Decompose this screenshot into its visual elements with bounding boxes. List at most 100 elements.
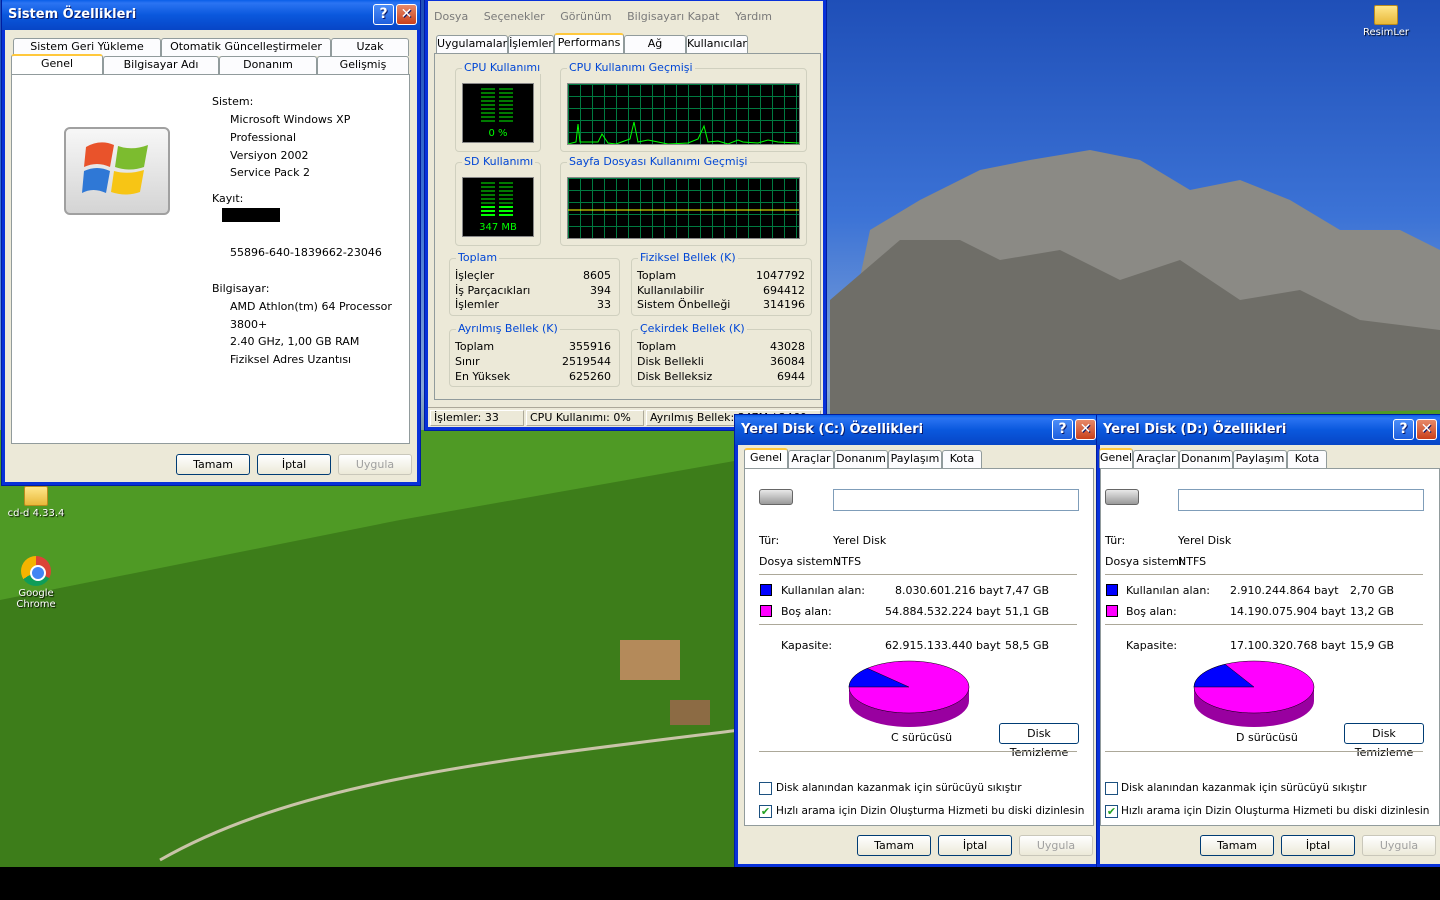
chrome-icon [21, 556, 51, 586]
free-space-label: Boş alan: [781, 605, 832, 618]
cpu-history-graph [567, 83, 800, 145]
menu-options[interactable]: Seçenekler [484, 10, 545, 23]
tab-quota[interactable]: Kota [942, 450, 982, 468]
pagefile-meter-value: 347 MB [479, 222, 517, 233]
tab-sharing[interactable]: Paylaşım [1233, 450, 1287, 468]
help-button[interactable]: ? [373, 4, 394, 25]
free-space-bytes: 54.884.532.224 bayt [885, 605, 1001, 618]
commit-peak-label: En Yüksek [455, 370, 511, 383]
tab-sharing[interactable]: Paylaşım [888, 450, 942, 468]
free-space-swatch [1106, 605, 1118, 617]
title-bar[interactable]: Yerel Disk (C:) Özellikleri ? ✕ [735, 415, 1102, 445]
kernel-paged-label: Disk Bellekli [637, 355, 704, 368]
status-cpu: CPU Kullanımı: 0% [526, 410, 644, 426]
tab-panel: Tür: Yerel Disk Dosya sistemi: NTFS Kull… [744, 468, 1094, 826]
kernel-memory-title: Çekirdek Bellek (K) [638, 322, 747, 335]
tab-remote[interactable]: Uzak [331, 38, 409, 56]
free-space-gb: 51,1 GB [1005, 605, 1050, 618]
filesystem-value: NTFS [1178, 555, 1207, 568]
cancel-button[interactable]: İptal [257, 454, 331, 475]
help-button[interactable]: ? [1393, 419, 1414, 440]
tab-performance[interactable]: Performans [554, 33, 624, 53]
menu-shutdown[interactable]: Bilgisayarı Kapat [627, 10, 719, 23]
taskbar [0, 867, 1440, 900]
tab-advanced[interactable]: Gelişmiş [317, 56, 409, 74]
cancel-button[interactable]: İptal [1281, 835, 1355, 856]
cancel-button[interactable]: İptal [938, 835, 1012, 856]
menu-help[interactable]: Yardım [735, 10, 772, 23]
folder-icon [24, 486, 48, 506]
desktop-icon-cdd[interactable]: cd-d 4.33.4 [1, 486, 71, 519]
disk-usage-pie-chart [848, 660, 970, 727]
tab-quota[interactable]: Kota [1287, 450, 1327, 468]
pagefile-meter: 347 MB [462, 177, 534, 237]
separator [759, 574, 1077, 575]
tab-general[interactable]: Genel [744, 448, 788, 468]
desktop-icon-label: cd-d 4.33.4 [7, 508, 65, 519]
tab-processes[interactable]: İşlemler [508, 35, 554, 53]
tab-hardware[interactable]: Donanım [219, 56, 317, 74]
volume-label-input[interactable] [833, 489, 1079, 511]
cpu-history-group: CPU Kullanımı Geçmişi [560, 61, 807, 152]
os-edition: Professional [230, 131, 297, 144]
menu-file[interactable]: Dosya [434, 10, 468, 23]
tab-automatic-updates[interactable]: Otomatik Güncelleştirmeler [161, 38, 331, 56]
tab-general[interactable]: Genel [11, 54, 103, 74]
close-button[interactable]: ✕ [396, 4, 417, 25]
title-bar[interactable]: Sistem Özellikleri ? ✕ [2, 0, 420, 30]
used-space-gb: 2,70 GB [1350, 584, 1395, 597]
pagefile-history-graph [567, 177, 800, 239]
index-checkbox[interactable]: ✔ [759, 805, 772, 818]
disk-cleanup-button[interactable]: Disk Temizleme [999, 723, 1079, 759]
free-space-gb: 13,2 GB [1350, 605, 1395, 618]
window-title: Yerel Disk (C:) Özellikleri [741, 422, 924, 437]
commit-total-label: Toplam [455, 340, 495, 353]
tab-hardware[interactable]: Donanım [834, 450, 888, 468]
registration-label: Kayıt: [212, 192, 244, 205]
tab-tools[interactable]: Araçlar [1133, 450, 1179, 468]
apply-button[interactable]: Uygula [1362, 835, 1436, 856]
os-name: Microsoft Windows XP [230, 113, 351, 126]
help-button[interactable]: ? [1052, 419, 1073, 440]
disk-c-properties-window: Yerel Disk (C:) Özellikleri ? ✕ Genel Ar… [735, 415, 1102, 867]
close-button[interactable]: ✕ [1075, 419, 1096, 440]
tab-applications[interactable]: Uygulamalar [436, 35, 508, 53]
volume-label-input[interactable] [1178, 489, 1424, 511]
separator [1105, 624, 1423, 625]
ok-button[interactable]: Tamam [857, 835, 931, 856]
ok-button[interactable]: Tamam [1200, 835, 1274, 856]
window-title: Sistem Özellikleri [8, 7, 137, 22]
cpu-usage-group: CPU Kullanımı 0 % [455, 61, 543, 152]
compress-checkbox[interactable] [1105, 782, 1118, 795]
title-bar[interactable]: Yerel Disk (D:) Özellikleri ? ✕ [1097, 415, 1440, 445]
free-space-swatch [760, 605, 772, 617]
tab-tools[interactable]: Araçlar [788, 450, 834, 468]
tab-general[interactable]: Genel [1099, 448, 1133, 468]
window-title: Yerel Disk (D:) Özellikleri [1103, 422, 1287, 437]
tab-users[interactable]: Kullanıcılar [686, 35, 748, 53]
desktop-icon-chrome[interactable]: Google Chrome [1, 556, 71, 610]
commit-limit-label: Sınır [455, 355, 480, 368]
apply-button[interactable]: Uygula [1019, 835, 1093, 856]
tab-computer-name[interactable]: Bilgisayar Adı [103, 56, 219, 74]
tab-hardware[interactable]: Donanım [1179, 450, 1233, 468]
close-button[interactable]: ✕ [1416, 419, 1437, 440]
filesystem-value: NTFS [833, 555, 862, 568]
ok-button[interactable]: Tamam [176, 454, 250, 475]
apply-button[interactable]: Uygula [338, 454, 412, 475]
tab-networking[interactable]: Ağ İletişimi [624, 35, 686, 66]
menu-view[interactable]: Görünüm [560, 10, 611, 23]
tab-panel: Tür: Yerel Disk Dosya sistemi: NTFS Kull… [1100, 468, 1440, 826]
windows-logo [64, 127, 170, 215]
performance-panel: CPU Kullanımı 0 % CPU Kullanımı Geçmişi … [434, 53, 821, 400]
disk-cleanup-button[interactable]: Disk Temizleme [1344, 723, 1424, 759]
desktop-icon-label: ResimLer [1362, 27, 1410, 38]
used-space-label: Kullanılan alan: [1126, 584, 1210, 597]
phys-available-label: Kullanılabilir [637, 284, 704, 297]
type-label: Tür: [759, 534, 780, 547]
compress-checkbox[interactable] [759, 782, 772, 795]
desktop-icon-resimler[interactable]: ResimLer [1351, 5, 1421, 38]
cpu-history-line [567, 121, 800, 145]
index-checkbox[interactable]: ✔ [1105, 805, 1118, 818]
separator [1105, 574, 1423, 575]
